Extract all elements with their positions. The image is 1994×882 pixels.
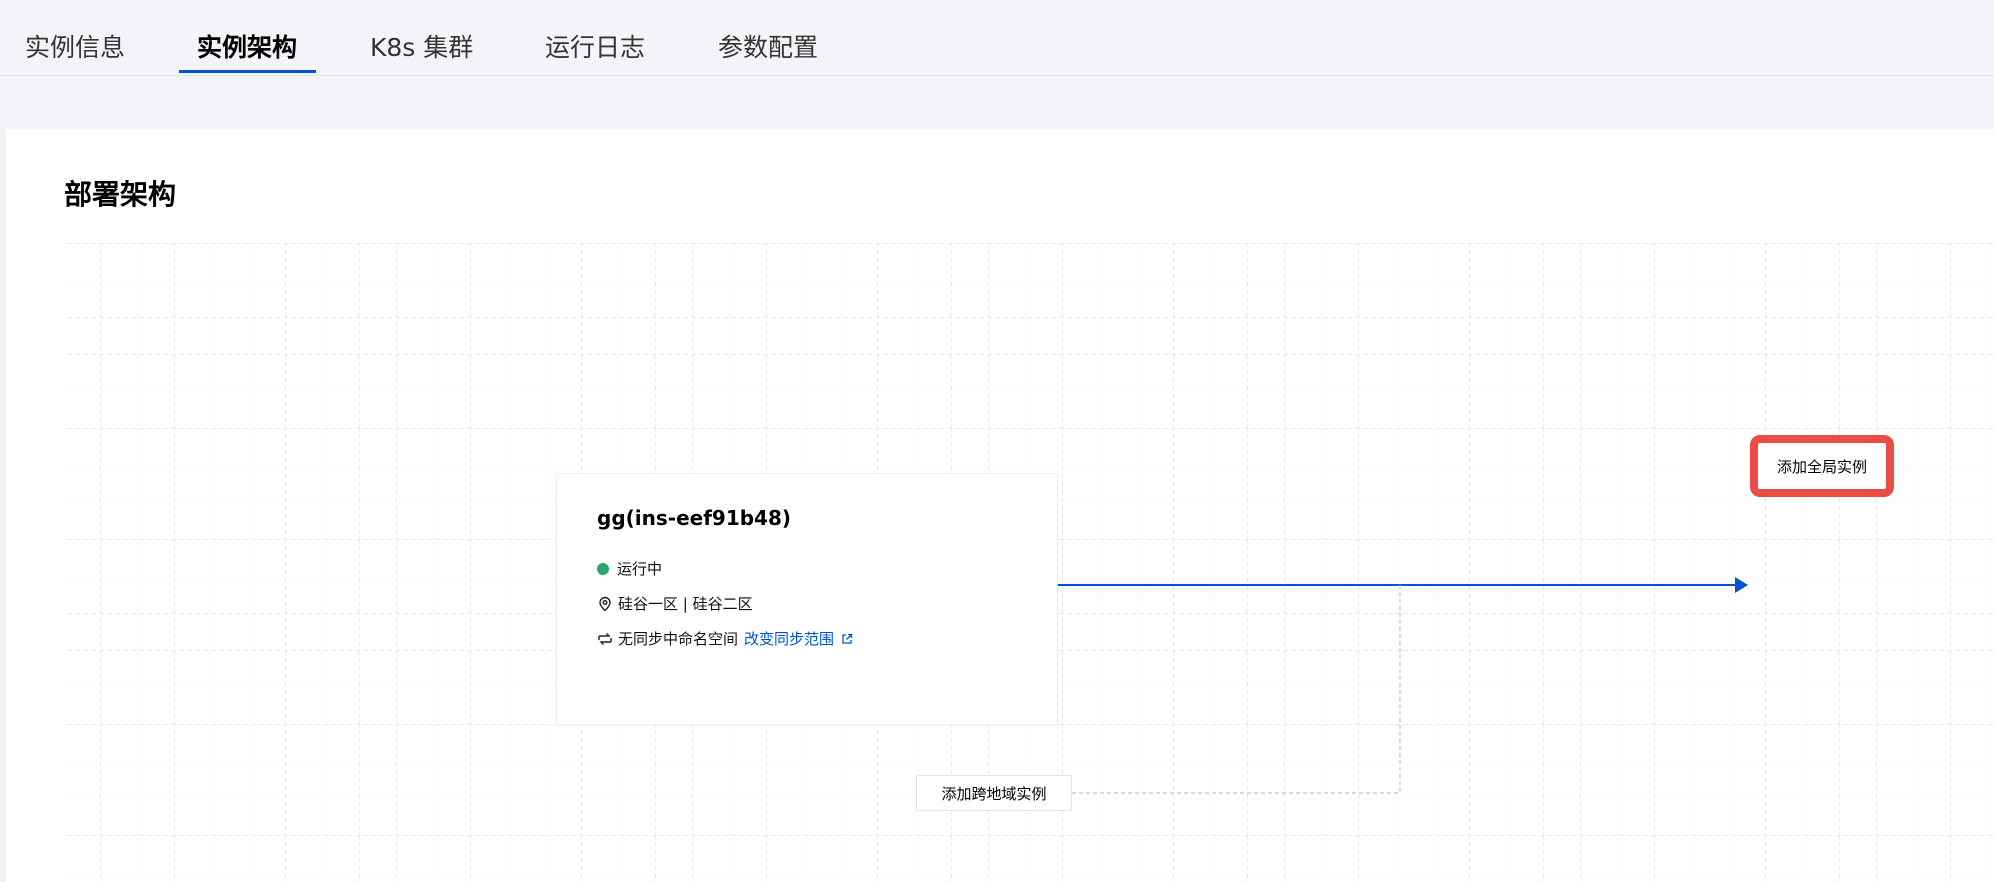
connector-arrow-head: [1735, 577, 1748, 593]
tab-run-logs[interactable]: 运行日志: [545, 28, 645, 64]
change-sync-scope-label: 改变同步范围: [744, 630, 835, 648]
status-text: 运行中: [617, 560, 663, 578]
status-row: 运行中: [597, 558, 662, 579]
instance-node-card[interactable]: gg(ins-eef91b48) 运行中 硅谷一区 | 硅谷二区 无同步中命名空…: [556, 473, 1058, 725]
cross-region-connector-line: [1072, 585, 1401, 794]
location-row: 硅谷一区 | 硅谷二区: [597, 593, 753, 614]
location-pin-icon: [597, 596, 613, 612]
add-cross-region-instance-button[interactable]: 添加跨地域实例: [916, 775, 1072, 811]
tab-k8s-cluster[interactable]: K8s 集群: [370, 28, 473, 64]
tab-bar: 实例信息 实例架构 K8s 集群 运行日志 参数配置: [0, 0, 1994, 76]
topology-canvas: gg(ins-eef91b48) 运行中 硅谷一区 | 硅谷二区 无同步中命名空…: [64, 243, 1994, 882]
change-sync-scope-link[interactable]: 改变同步范围: [744, 628, 853, 649]
status-dot-icon: [597, 562, 609, 575]
architecture-panel: 部署架构 gg(ins-eef91b48) 运行中 硅谷一区 | 硅谷二区 无同…: [6, 129, 1994, 882]
external-link-icon: [842, 633, 853, 644]
sync-icon: [597, 631, 613, 647]
sync-text: 无同步中命名空间: [618, 630, 739, 648]
active-tab-indicator: [179, 70, 316, 73]
location-text: 硅谷一区 | 硅谷二区: [618, 595, 753, 613]
sync-row: 无同步中命名空间 改变同步范围: [597, 628, 853, 649]
tab-parameter-config[interactable]: 参数配置: [718, 28, 818, 64]
tab-instance-architecture[interactable]: 实例架构: [197, 28, 297, 64]
add-global-instance-button[interactable]: 添加全局实例: [1750, 435, 1894, 497]
instance-title: gg(ins-eef91b48): [597, 506, 792, 530]
section-title: 部署架构: [64, 178, 177, 211]
tab-instance-info[interactable]: 实例信息: [25, 28, 125, 64]
